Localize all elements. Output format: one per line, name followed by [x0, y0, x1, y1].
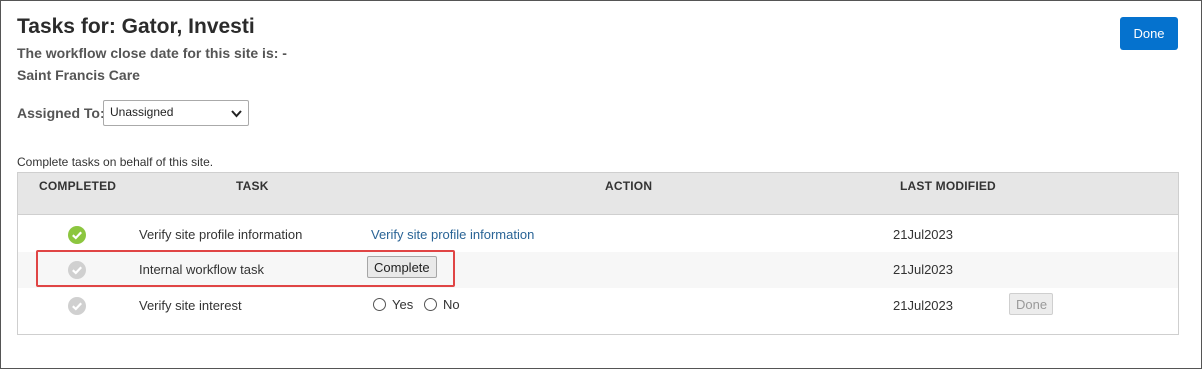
task-name: Verify site profile information	[139, 227, 303, 242]
column-header-completed: COMPLETED	[39, 179, 117, 193]
table-row: Verify site profile information Verify s…	[18, 217, 1178, 253]
yes-radio-option[interactable]: Yes	[373, 297, 413, 312]
task-name: Internal workflow task	[139, 262, 264, 277]
assigned-to-label: Assigned To:	[17, 105, 105, 121]
tasks-table: COMPLETED TASK ACTION LAST MODIFIED Veri…	[17, 172, 1179, 335]
column-header-last-modified: LAST MODIFIED	[900, 179, 996, 193]
assigned-to-select[interactable]: Unassigned	[103, 100, 249, 126]
pending-check-icon	[68, 297, 86, 315]
complete-button[interactable]: Complete	[367, 256, 437, 278]
column-header-task: TASK	[236, 179, 269, 193]
dialog-frame: Tasks for: Gator, Investi The workflow c…	[0, 0, 1202, 369]
table-row: Internal workflow task Complete 21Jul202…	[18, 252, 1178, 288]
chevron-down-icon	[231, 107, 242, 121]
close-date-text: The workflow close date for this site is…	[17, 45, 287, 61]
table-header: COMPLETED TASK ACTION LAST MODIFIED	[18, 173, 1178, 215]
yes-radio[interactable]	[373, 298, 386, 311]
last-modified: 21Jul2023	[893, 227, 953, 242]
pending-check-icon	[68, 261, 86, 279]
last-modified: 21Jul2023	[893, 262, 953, 277]
assigned-to-value: Unassigned	[110, 105, 174, 119]
task-name: Verify site interest	[139, 298, 242, 313]
completed-check-icon	[68, 226, 86, 244]
last-modified: 21Jul2023	[893, 298, 953, 313]
verify-site-profile-link[interactable]: Verify site profile information	[371, 227, 534, 242]
no-radio-label: No	[443, 297, 460, 312]
table-row: Verify site interest Yes No 21Jul2023 Do…	[18, 288, 1178, 324]
page-title: Tasks for: Gator, Investi	[17, 15, 255, 38]
done-button[interactable]: Done	[1120, 17, 1178, 50]
row-done-button[interactable]: Done	[1009, 293, 1053, 315]
table-caption: Complete tasks on behalf of this site.	[17, 155, 214, 169]
yes-radio-label: Yes	[392, 297, 414, 312]
no-radio-option[interactable]: No	[424, 297, 460, 312]
no-radio[interactable]	[424, 298, 437, 311]
site-name: Saint Francis Care	[17, 67, 140, 83]
column-header-action: ACTION	[605, 179, 653, 193]
